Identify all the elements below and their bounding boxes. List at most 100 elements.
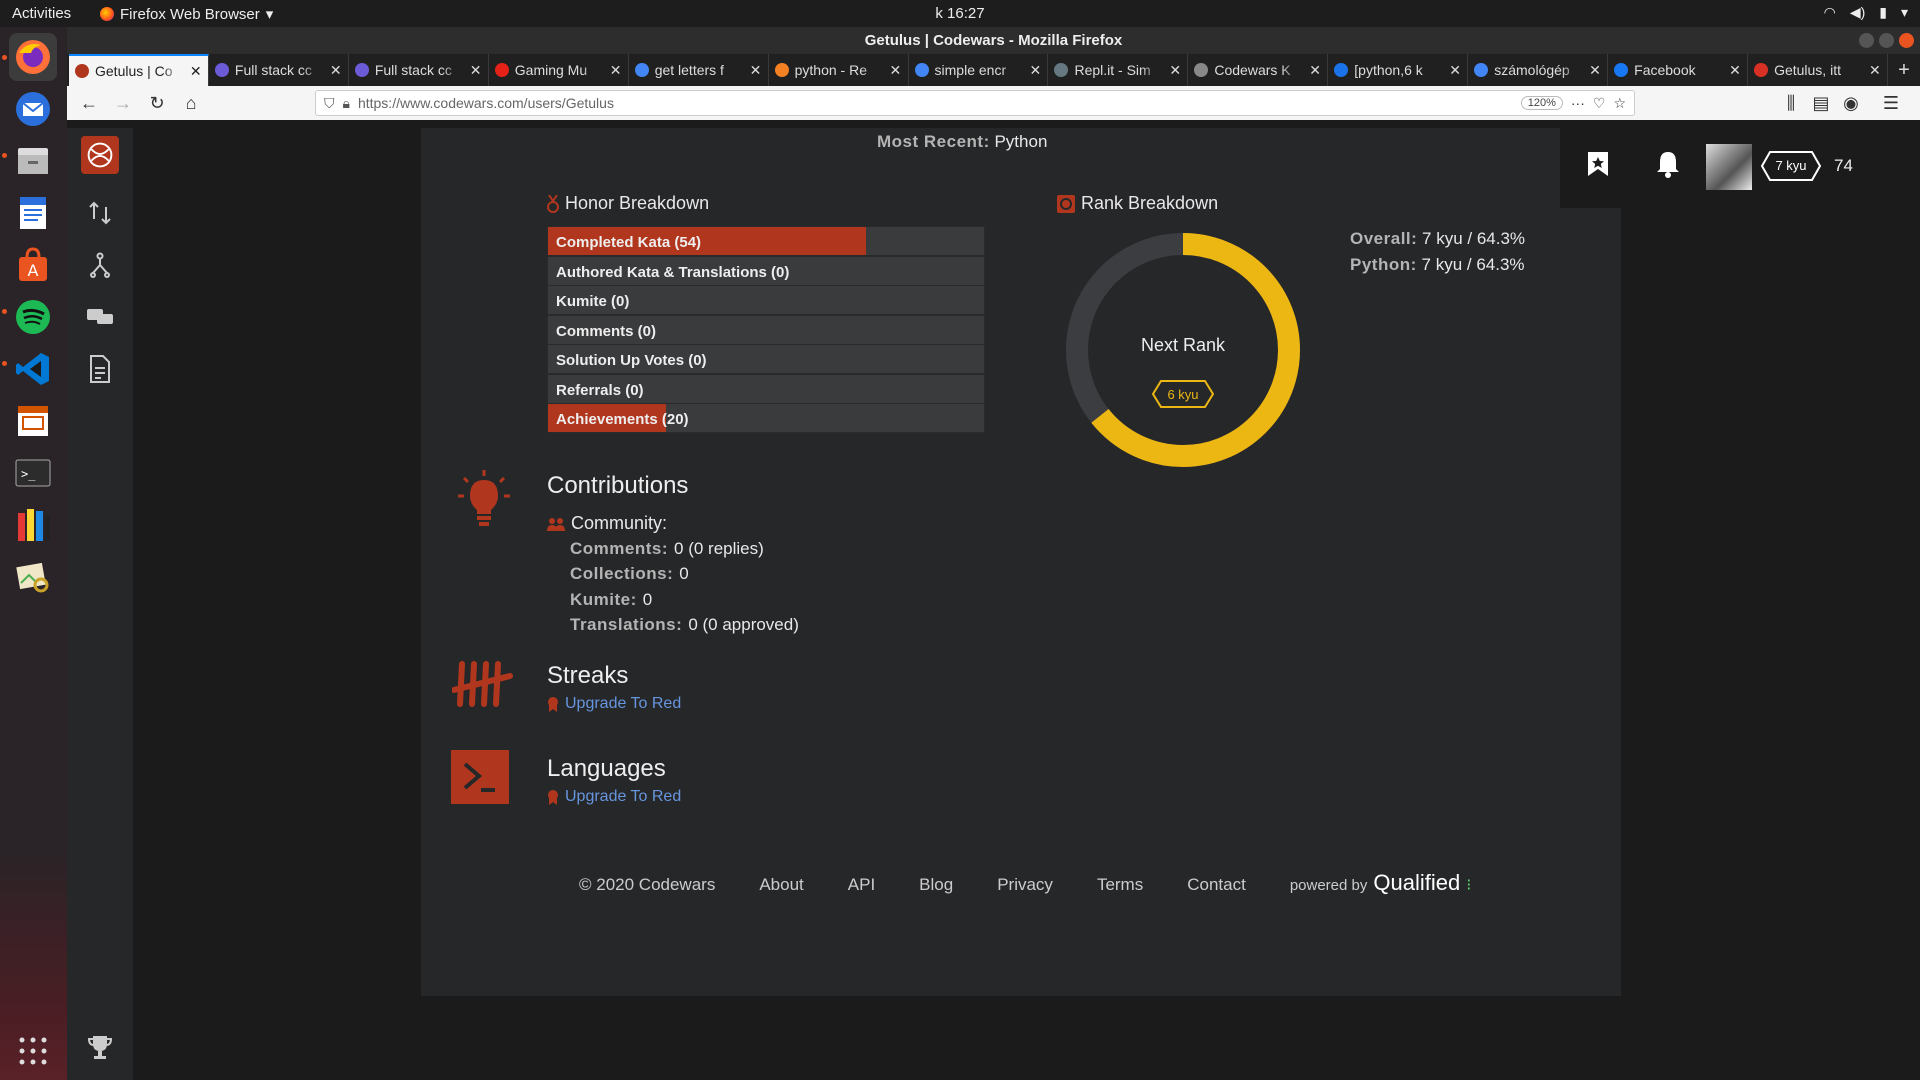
languages-upgrade-row: Upgrade To Red (547, 788, 681, 806)
discussions-icon[interactable] (81, 298, 119, 336)
contributions-title: Contributions (547, 472, 689, 499)
rank-badge[interactable]: 7 kyu (1760, 150, 1822, 182)
menu-icon[interactable]: ☰ (1877, 89, 1905, 117)
avatar[interactable] (1706, 144, 1752, 190)
honor-bar: Authored Kata & Translations (0) (547, 255, 985, 286)
practice-icon[interactable] (81, 194, 119, 232)
codewars-logo-icon[interactable] (81, 136, 119, 174)
software-launcher[interactable]: A (9, 241, 57, 289)
sidebar-icon[interactable]: ▤ (1807, 89, 1835, 117)
honor-bar-label: Solution Up Votes (0) (556, 352, 707, 369)
maximize-button[interactable] (1879, 33, 1894, 48)
browser-tab[interactable]: Facebook ✕ (1608, 54, 1749, 86)
document-icon (20, 197, 46, 229)
close-tab-icon[interactable]: ✕ (1449, 62, 1461, 79)
pocket-icon[interactable]: ♡ (1593, 95, 1606, 112)
new-tab-button[interactable]: + (1888, 54, 1920, 86)
back-button[interactable]: ← (75, 89, 103, 117)
browser-tab[interactable]: python - Re ✕ (769, 54, 909, 86)
footer-link[interactable]: About (759, 875, 803, 895)
footer-link[interactable]: API (848, 875, 875, 895)
contribution-row: Translations: 0 (0 approved) (570, 615, 799, 635)
docs-icon[interactable] (81, 350, 119, 388)
browser-tab[interactable]: get letters f ✕ (629, 54, 769, 86)
impress-launcher[interactable] (9, 397, 57, 445)
overall-rank-value: 7 kyu / 64.3% (1422, 229, 1526, 248)
image-viewer-icon (16, 562, 49, 593)
files-launcher[interactable] (9, 137, 57, 185)
wifi-icon: ◠ (1823, 4, 1836, 20)
honor-bar-label: Completed Kata (54) (556, 234, 702, 251)
honor-bar-label: Achievements (20) (556, 411, 689, 428)
notification-bell-icon[interactable] (1654, 150, 1682, 178)
system-tray[interactable]: ◠ ◀) ▮ ▾ (1824, 4, 1908, 21)
bookmark-star-icon[interactable]: ☆ (1613, 95, 1626, 112)
close-tab-icon[interactable]: ✕ (1029, 62, 1041, 79)
vscode-launcher[interactable] (9, 345, 57, 393)
footer-link[interactable]: Contact (1187, 875, 1246, 895)
browser-tab[interactable]: Codewars K ✕ (1188, 54, 1329, 86)
lock-icon[interactable]: 🔒︎ (343, 95, 350, 112)
page-actions-icon[interactable]: ··· (1571, 95, 1585, 111)
favicon-icon (914, 63, 929, 77)
close-tab-icon[interactable]: ✕ (750, 62, 762, 79)
library-icon[interactable]: ⫼ (1777, 89, 1805, 117)
close-tab-icon[interactable]: ✕ (1169, 62, 1181, 79)
trophy-icon[interactable] (81, 1028, 119, 1066)
favicon-icon (1754, 63, 1769, 77)
forward-button[interactable]: → (109, 89, 137, 117)
close-tab-icon[interactable]: ✕ (190, 63, 202, 80)
browser-tab[interactable]: számológép ✕ (1468, 54, 1609, 86)
activities-button[interactable]: Activities (12, 5, 71, 22)
honor-bar: Solution Up Votes (0) (547, 344, 985, 374)
browser-tab[interactable]: Full stack cc ✕ (349, 54, 489, 86)
close-tab-icon[interactable]: ✕ (890, 62, 902, 79)
close-tab-icon[interactable]: ✕ (610, 62, 622, 79)
browser-tab[interactable]: Full stack cc ✕ (209, 54, 349, 86)
qualified-branding[interactable]: powered by Qualified ⁝ (1290, 870, 1472, 896)
contribution-row: Kumite: 0 (570, 590, 652, 610)
honor-breakdown-heading: Honor Breakdown (547, 193, 709, 214)
screenshot-launcher[interactable] (9, 553, 57, 601)
terminal-launcher[interactable]: >_ (9, 449, 57, 497)
account-icon[interactable]: ◉ (1837, 89, 1865, 117)
close-window-button[interactable] (1899, 33, 1914, 48)
thunderbird-launcher[interactable] (9, 85, 57, 133)
close-tab-icon[interactable]: ✕ (1729, 62, 1741, 79)
close-tab-icon[interactable]: ✕ (330, 62, 342, 79)
writer-launcher[interactable] (9, 189, 57, 237)
pencils-icon (18, 509, 50, 541)
close-tab-icon[interactable]: ✕ (1309, 62, 1321, 79)
pencils-launcher[interactable] (9, 501, 57, 549)
reload-button[interactable]: ↻ (143, 89, 171, 117)
close-tab-icon[interactable]: ✕ (470, 62, 482, 79)
streaks-upgrade-link[interactable]: Upgrade To Red (565, 695, 681, 713)
browser-tab[interactable]: Repl.it - Sim ✕ (1048, 54, 1189, 86)
browser-tab[interactable]: [python,6 k ✕ (1328, 54, 1469, 86)
rank-breakdown-heading: Rank Breakdown (1057, 193, 1218, 214)
spotify-launcher[interactable] (9, 293, 57, 341)
browser-tab[interactable]: Getulus, itt ✕ (1748, 54, 1888, 86)
dock: A >_ (0, 27, 67, 1080)
browser-tab[interactable]: Gaming Mu ✕ (489, 54, 629, 86)
close-tab-icon[interactable]: ✕ (1869, 62, 1881, 79)
footer-link[interactable]: Terms (1097, 875, 1143, 895)
clock[interactable]: k 16:27 (0, 5, 1920, 22)
app-menu[interactable]: Firefox Web Browser ▾ (100, 5, 273, 23)
shield-icon[interactable]: ⛉ (324, 95, 335, 112)
bookmark-icon[interactable] (1586, 150, 1610, 178)
footer-link[interactable]: Privacy (997, 875, 1053, 895)
zoom-level-badge[interactable]: 120% (1520, 96, 1563, 110)
kumite-icon[interactable] (81, 246, 119, 284)
url-text[interactable]: https://www.codewars.com/users/Getulus (358, 95, 1513, 111)
home-button[interactable]: ⌂ (177, 89, 205, 117)
url-bar[interactable]: ⛉ 🔒︎ https://www.codewars.com/users/Getu… (315, 90, 1635, 116)
footer-link[interactable]: Blog (919, 875, 953, 895)
browser-tab[interactable]: Getulus | Co ✕ (69, 54, 209, 86)
minimize-button[interactable] (1859, 33, 1874, 48)
firefox-launcher[interactable] (9, 33, 57, 81)
browser-tab[interactable]: simple encr ✕ (909, 54, 1049, 86)
close-tab-icon[interactable]: ✕ (1589, 62, 1601, 79)
show-applications-button[interactable] (9, 1027, 57, 1075)
languages-upgrade-link[interactable]: Upgrade To Red (565, 788, 681, 806)
